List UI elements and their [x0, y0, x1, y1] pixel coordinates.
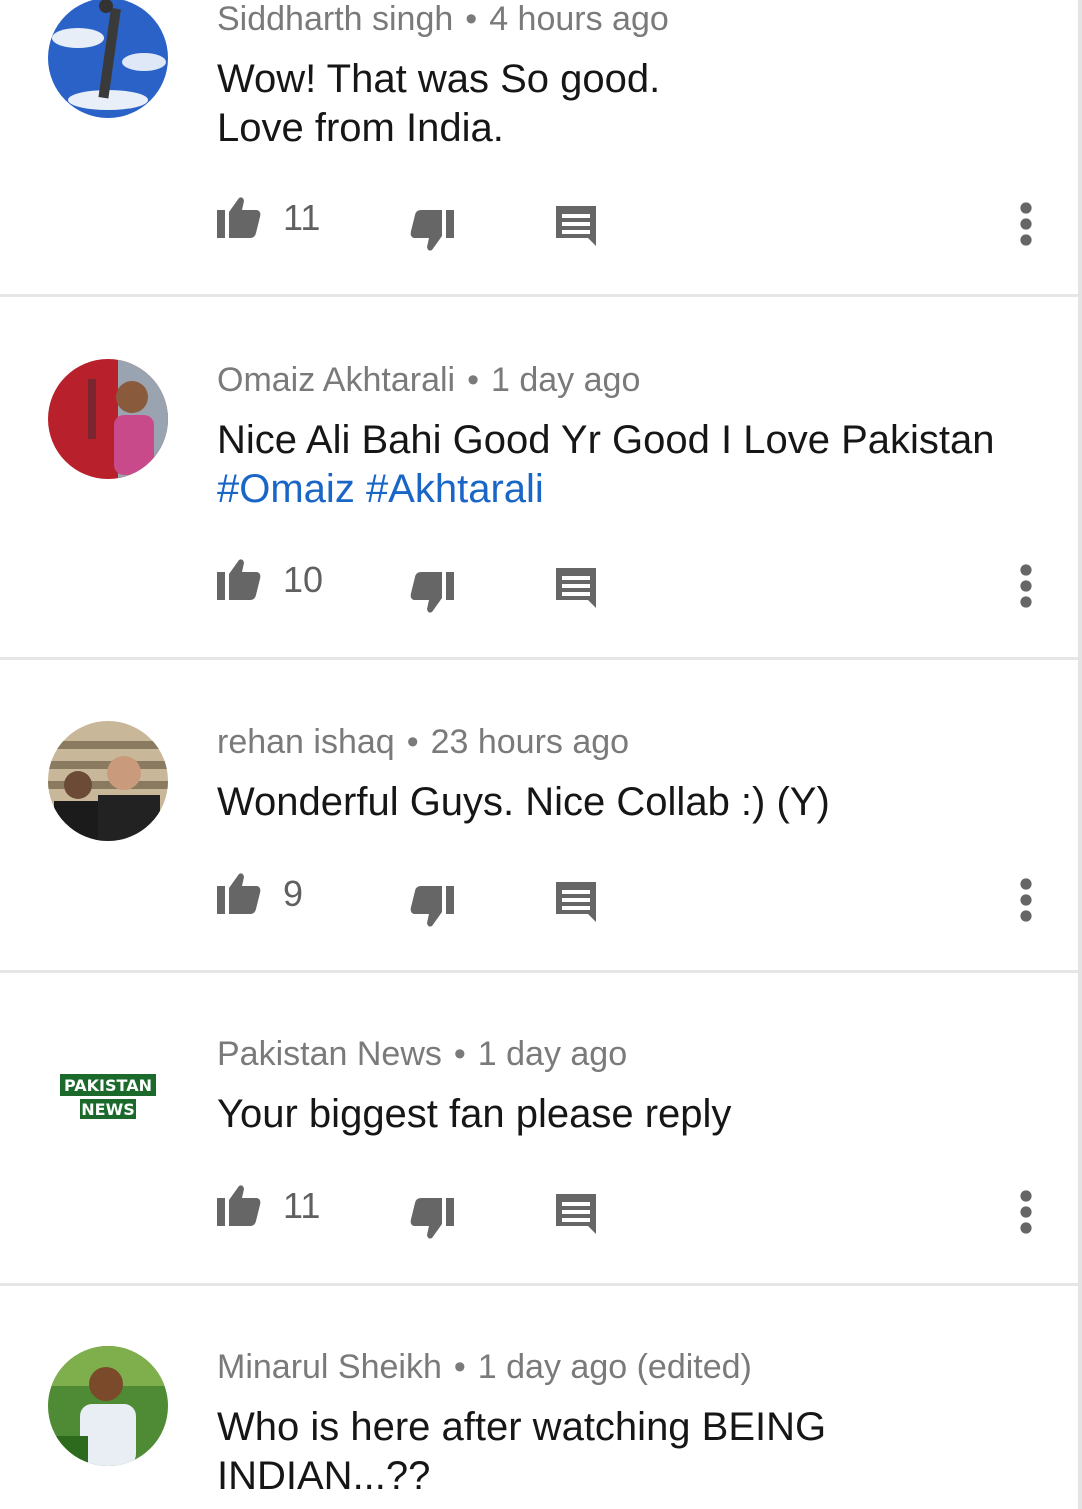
comment-item: Minarul Sheikh • 1 day ago (edited) Who is… — [0, 1286, 1078, 1509]
meta-separator: • — [467, 361, 479, 399]
comment-meta: Pakistan News • 1 day ago — [217, 1035, 627, 1074]
author-name[interactable]: rehan ishaq — [217, 723, 395, 761]
thumbs-up-icon[interactable] — [215, 1182, 263, 1228]
thumbs-down-icon[interactable] — [408, 570, 456, 616]
hashtag-line: #Omaiz #Akhtarali — [217, 465, 994, 514]
like-count: 11 — [283, 1185, 321, 1226]
comment-text: Wonderful Guys. Nice Collab :) (Y) — [217, 778, 830, 827]
comment-text: Your biggest fan please reply — [217, 1090, 731, 1139]
more-vert-icon[interactable] — [1016, 878, 1036, 922]
comment-text: Nice Ali Bahi Good Yr Good I Love Pakist… — [217, 416, 994, 514]
scroll-edge — [1078, 0, 1082, 1509]
comment-actions: 9 — [0, 868, 1078, 928]
comment-time: 1 day ago — [477, 1035, 628, 1073]
meta-separator: • — [406, 723, 419, 761]
author-name[interactable]: Siddharth singh — [217, 0, 453, 38]
comment-icon[interactable] — [554, 566, 598, 610]
meta-separator: • — [465, 0, 478, 38]
comment-item: PAKISTAN NEWS Pakistan News • 1 day ago Yo… — [0, 972, 1078, 1286]
hashtag-link[interactable]: #Omaiz — [217, 467, 355, 511]
comment-line: Love from India. — [217, 106, 504, 150]
like-count: 10 — [283, 559, 324, 600]
comment-item: rehan ishaq • 23 hours ago Wonderful Guys.… — [0, 660, 1078, 973]
comment-actions: 10 — [0, 554, 1078, 614]
comment-item: Siddharth singh • 4 hours ago Wow! That wa… — [0, 0, 1078, 297]
comment-icon[interactable] — [554, 204, 598, 248]
avatar[interactable] — [48, 721, 168, 841]
thumbs-up-icon[interactable] — [215, 194, 263, 240]
more-vert-icon[interactable] — [1016, 202, 1036, 246]
comment-meta: Siddharth singh • 4 hours ago — [217, 0, 669, 39]
comment-actions: 11 — [0, 192, 1078, 252]
meta-separator: • — [453, 1035, 466, 1073]
author-name[interactable]: Pakistan News — [217, 1035, 442, 1073]
logo-text-line: PAKISTAN — [64, 1076, 152, 1095]
thumbs-down-icon[interactable] — [408, 884, 456, 930]
comment-icon[interactable] — [554, 1192, 598, 1236]
thumbs-down-icon[interactable] — [408, 1196, 456, 1242]
comment-text: Who is here after watching BEING INDIAN.… — [217, 1403, 826, 1501]
hashtag-link[interactable]: #Akhtarali — [366, 467, 544, 511]
comment-actions: 11 — [0, 1180, 1078, 1240]
avatar[interactable] — [48, 1346, 168, 1466]
thumbs-up-icon[interactable] — [215, 556, 263, 602]
thumbs-up-icon[interactable] — [215, 870, 263, 916]
like-count: 11 — [283, 197, 321, 238]
avatar[interactable] — [48, 0, 168, 118]
author-name[interactable]: Omaiz Akhtarali — [217, 361, 455, 399]
comment-line: Nice Ali Bahi Good Yr Good I Love Pakist… — [217, 418, 995, 462]
thumbs-down-icon[interactable] — [408, 208, 456, 254]
avatar[interactable]: PAKISTAN NEWS — [48, 1036, 168, 1156]
comment-meta: Omaiz Akhtarali • 1 day ago — [217, 361, 640, 400]
comment-meta: Minarul Sheikh • 1 day ago (edited) — [217, 1348, 752, 1387]
author-name[interactable]: Minarul Sheikh — [217, 1348, 442, 1386]
comment-text: Wow! That was So good. Love from India. — [217, 55, 660, 153]
avatar[interactable] — [48, 359, 168, 479]
comment-line: Who is here after watching BEING — [217, 1405, 827, 1449]
comment-line: INDIAN...?? — [217, 1454, 431, 1498]
like-count: 9 — [283, 873, 304, 914]
comment-time: 23 hours ago — [430, 723, 630, 761]
comment-item: Omaiz Akhtarali • 1 day ago Nice Ali Bahi … — [0, 297, 1078, 660]
comment-time: 4 hours ago — [489, 0, 669, 38]
comment-time: 1 day ago (edited) — [477, 1348, 752, 1386]
comment-icon[interactable] — [554, 880, 598, 924]
comment-meta: rehan ishaq • 23 hours ago — [217, 723, 629, 762]
logo-text-line: NEWS — [81, 1100, 135, 1119]
comment-line: Your biggest fan please reply — [217, 1092, 732, 1136]
comment-line: Wonderful Guys. Nice Collab :) (Y) — [217, 780, 830, 824]
comment-line: Wow! That was So good. — [217, 57, 661, 101]
more-vert-icon[interactable] — [1016, 564, 1036, 608]
more-vert-icon[interactable] — [1016, 1190, 1036, 1234]
meta-separator: • — [453, 1348, 466, 1386]
comment-time: 1 day ago — [491, 361, 641, 399]
